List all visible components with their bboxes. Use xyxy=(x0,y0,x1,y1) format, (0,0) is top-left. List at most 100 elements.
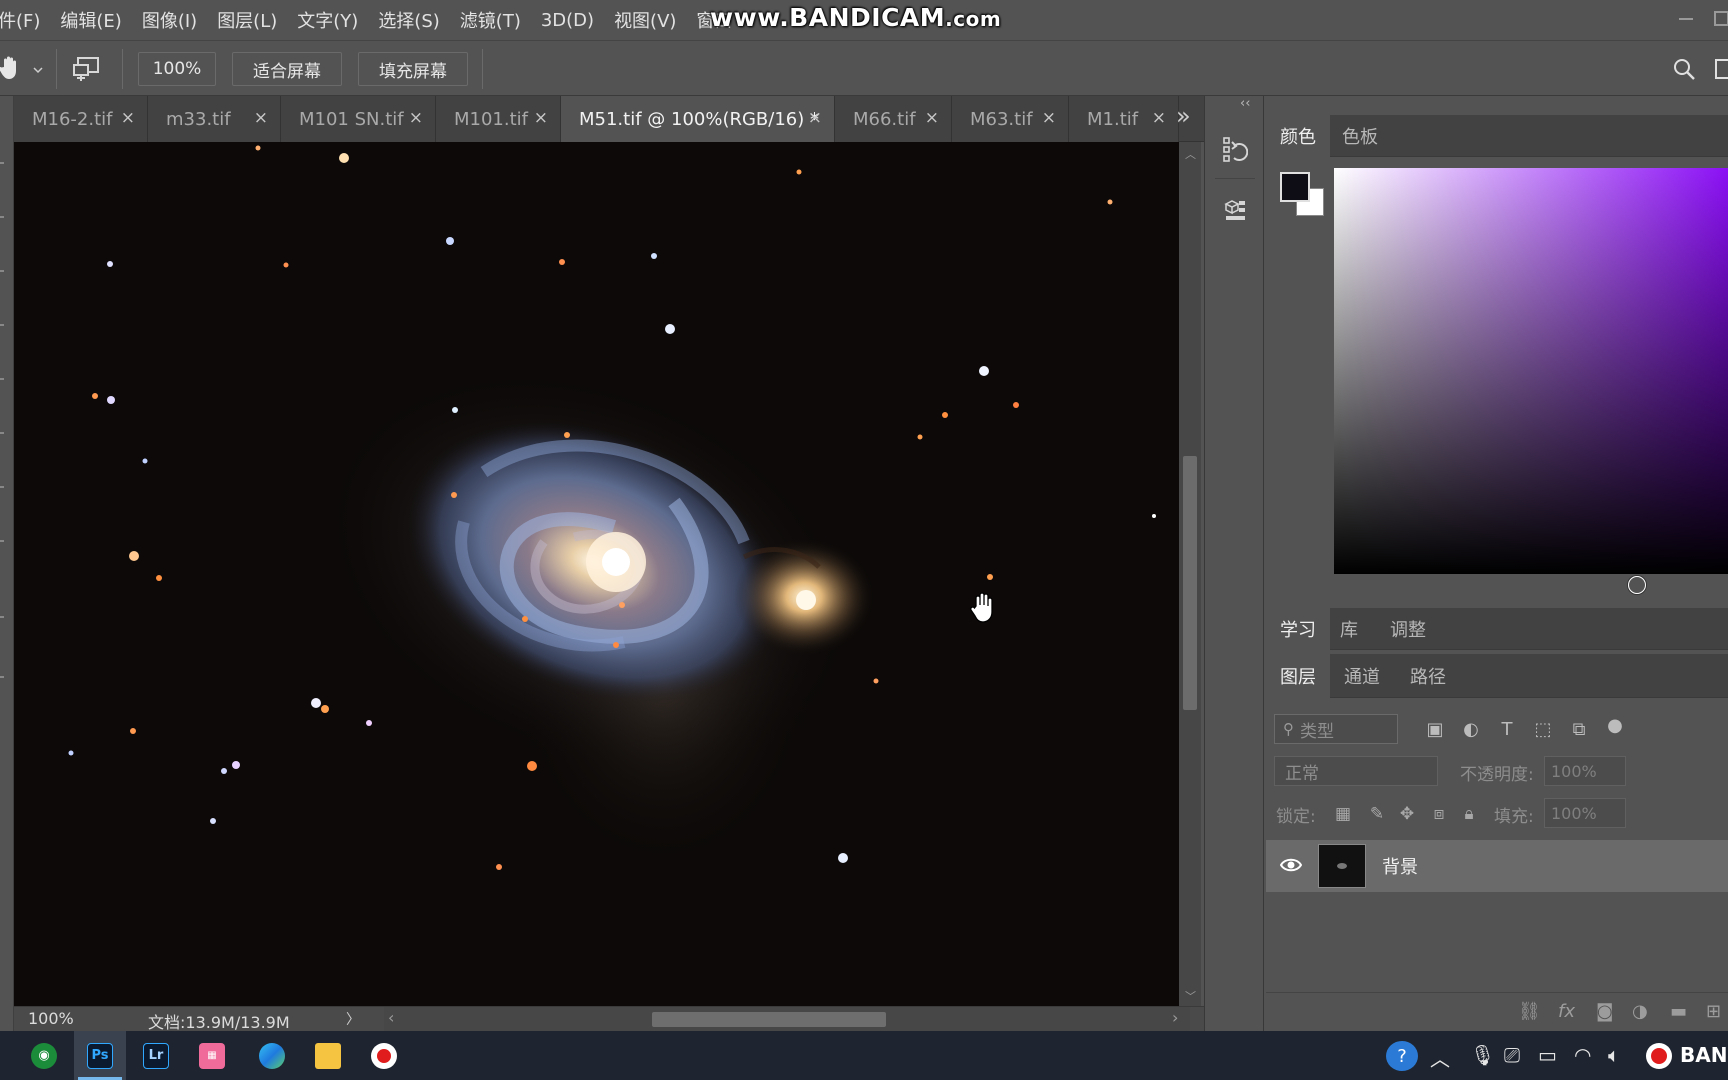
horizontal-scroll-thumb[interactable] xyxy=(652,1012,886,1027)
image-filter-icon[interactable]: ▣ xyxy=(1424,718,1446,740)
menu-type[interactable]: 文字(Y) xyxy=(287,7,368,33)
menu-select[interactable]: 选择(S) xyxy=(368,7,449,33)
workspace-icon[interactable] xyxy=(1714,57,1728,81)
taskbar-edge[interactable] xyxy=(246,1031,298,1080)
smart-object-filter-icon[interactable]: ⧉ xyxy=(1568,718,1590,740)
menu-3d[interactable]: 3D(D) xyxy=(531,10,604,31)
tab-m101[interactable]: M101.tif × xyxy=(436,96,561,142)
menu-filter[interactable]: 滤镜(T) xyxy=(450,7,531,33)
tab-learn[interactable]: 学习 xyxy=(1266,608,1330,650)
tab-m51-active[interactable]: M51.tif @ 100%(RGB/16) * × xyxy=(561,96,835,142)
taskbar-bandicam[interactable] xyxy=(358,1031,410,1080)
vertical-scrollbar[interactable]: ︿ ﹀ xyxy=(1179,142,1201,1006)
tab-swatches[interactable]: 色板 xyxy=(1328,115,1392,157)
tab-m16-2[interactable]: M16-2.tif × xyxy=(14,96,148,142)
status-zoom[interactable]: 100% xyxy=(28,1009,74,1028)
close-icon[interactable]: × xyxy=(121,108,135,128)
adjustment-layer-icon[interactable]: ◑ xyxy=(1632,1001,1648,1022)
foreground-color-swatch[interactable] xyxy=(1280,172,1310,202)
hand-tool-icon[interactable] xyxy=(0,55,20,81)
close-icon[interactable]: × xyxy=(925,108,939,128)
menu-edit[interactable]: 编辑(E) xyxy=(50,7,131,33)
lock-position-icon[interactable]: ✥ xyxy=(1396,803,1418,825)
tab-layers[interactable]: 图层 xyxy=(1266,654,1330,698)
wifi-icon[interactable]: ◠ xyxy=(1574,1043,1591,1067)
3d-icon[interactable] xyxy=(1222,196,1248,224)
close-icon[interactable]: × xyxy=(1152,108,1166,128)
horizontal-scrollbar[interactable]: ‹ › xyxy=(384,1007,1190,1032)
tab-m63[interactable]: M63.tif × xyxy=(952,96,1069,142)
menu-layer[interactable]: 图层(L) xyxy=(207,7,287,33)
search-icon[interactable] xyxy=(1672,57,1696,81)
fill-screen-button[interactable]: 填充屏幕 xyxy=(358,52,468,86)
taskbar-explorer[interactable] xyxy=(302,1031,354,1080)
scroll-up-icon[interactable]: ︿ xyxy=(1185,146,1196,162)
microphone-icon[interactable]: 🎙︎ xyxy=(1470,1043,1495,1067)
vertical-scroll-thumb[interactable] xyxy=(1183,456,1197,710)
help-icon[interactable]: ? xyxy=(1386,1041,1418,1071)
tab-libraries[interactable]: 库 xyxy=(1326,608,1372,650)
menu-image[interactable]: 图像(I) xyxy=(132,7,207,33)
close-icon[interactable]: × xyxy=(808,108,822,128)
layer-filter-select[interactable]: ⚲ 类型 xyxy=(1274,714,1398,744)
layer-row-background[interactable]: 背景 xyxy=(1266,840,1728,892)
zoom-100-button[interactable]: 100% xyxy=(138,52,216,86)
taskbar-photoshop[interactable]: Ps xyxy=(74,1031,126,1080)
scroll-right-icon[interactable]: › xyxy=(1172,1008,1178,1027)
shape-filter-icon[interactable]: ⬚ xyxy=(1532,718,1554,740)
layer-name[interactable]: 背景 xyxy=(1382,853,1418,879)
color-picker-field[interactable] xyxy=(1334,168,1728,594)
close-icon[interactable]: × xyxy=(409,108,423,128)
volume-icon[interactable]: 🔈︎ xyxy=(1608,1043,1620,1067)
status-menu-arrow[interactable]: 〉 xyxy=(346,1009,360,1029)
new-layer-icon[interactable]: ⊞ xyxy=(1706,1001,1721,1022)
adjustment-filter-icon[interactable]: ◐ xyxy=(1460,718,1482,740)
add-mask-icon[interactable]: ◙ xyxy=(1596,1001,1613,1022)
tools-panel-edge[interactable] xyxy=(0,96,14,1031)
link-layers-icon[interactable]: ⛓ xyxy=(1518,1001,1541,1022)
lock-artboard-icon[interactable]: ⧈ xyxy=(1428,803,1450,825)
close-icon[interactable]: × xyxy=(254,108,268,128)
tab-m33[interactable]: m33.tif × xyxy=(148,96,281,142)
tab-channels[interactable]: 通道 xyxy=(1330,654,1394,698)
monitor-icon[interactable]: ⎚ xyxy=(1504,1043,1520,1067)
restore-button[interactable] xyxy=(1708,6,1728,28)
opacity-input[interactable]: 100% xyxy=(1544,756,1626,786)
tab-m101-sn[interactable]: M101 SN.tif × xyxy=(281,96,436,142)
scroll-all-windows-icon[interactable] xyxy=(72,55,102,83)
fit-screen-button[interactable]: 适合屏幕 xyxy=(232,52,342,86)
close-icon[interactable]: × xyxy=(1042,108,1056,128)
collapse-panels-icon[interactable]: ‹‹ xyxy=(1240,96,1250,111)
tab-overflow-icon[interactable]: » xyxy=(1176,102,1191,130)
menu-file[interactable]: 件(F) xyxy=(0,7,50,33)
filter-toggle-icon[interactable]: ● xyxy=(1604,714,1626,736)
fill-input[interactable]: 100% xyxy=(1544,798,1626,828)
tab-color[interactable]: 颜色 xyxy=(1266,115,1330,157)
minimize-button[interactable] xyxy=(1674,6,1696,28)
type-filter-icon[interactable]: T xyxy=(1496,718,1518,740)
chevron-down-icon[interactable] xyxy=(32,61,44,74)
bandicam-tray-icon[interactable] xyxy=(1646,1043,1672,1069)
blend-mode-select[interactable]: 正常 xyxy=(1274,756,1438,786)
menu-view[interactable]: 视图(V) xyxy=(604,7,686,33)
fx-icon[interactable]: fx xyxy=(1558,1001,1575,1022)
new-group-icon[interactable]: ▬ xyxy=(1670,1001,1687,1022)
scroll-down-icon[interactable]: ﹀ xyxy=(1185,988,1196,1004)
eye-icon[interactable] xyxy=(1279,856,1303,874)
tab-m1[interactable]: M1.tif × xyxy=(1069,96,1179,142)
taskbar-pink-app[interactable]: ▦ xyxy=(186,1031,238,1080)
lock-transparent-icon[interactable]: ▦ xyxy=(1332,803,1354,825)
bandicam-tray-label[interactable]: BAN xyxy=(1680,1043,1727,1067)
lock-all-icon[interactable]: 🔒︎ xyxy=(1458,803,1480,825)
color-picker-marker[interactable] xyxy=(1628,576,1646,594)
battery-icon[interactable]: ▭ xyxy=(1538,1043,1557,1067)
scroll-left-icon[interactable]: ‹ xyxy=(388,1008,394,1027)
lock-paint-icon[interactable]: ✎ xyxy=(1366,803,1388,825)
document-canvas[interactable] xyxy=(14,142,1179,1006)
history-icon[interactable] xyxy=(1222,136,1249,164)
taskbar-app-green[interactable]: ◉ xyxy=(18,1031,70,1080)
chevron-up-icon[interactable]: ︿ xyxy=(1430,1043,1450,1072)
tab-adjustments[interactable]: 调整 xyxy=(1376,608,1440,650)
taskbar-lightroom[interactable]: Lr xyxy=(130,1031,182,1080)
tab-m66[interactable]: M66.tif × xyxy=(835,96,952,142)
